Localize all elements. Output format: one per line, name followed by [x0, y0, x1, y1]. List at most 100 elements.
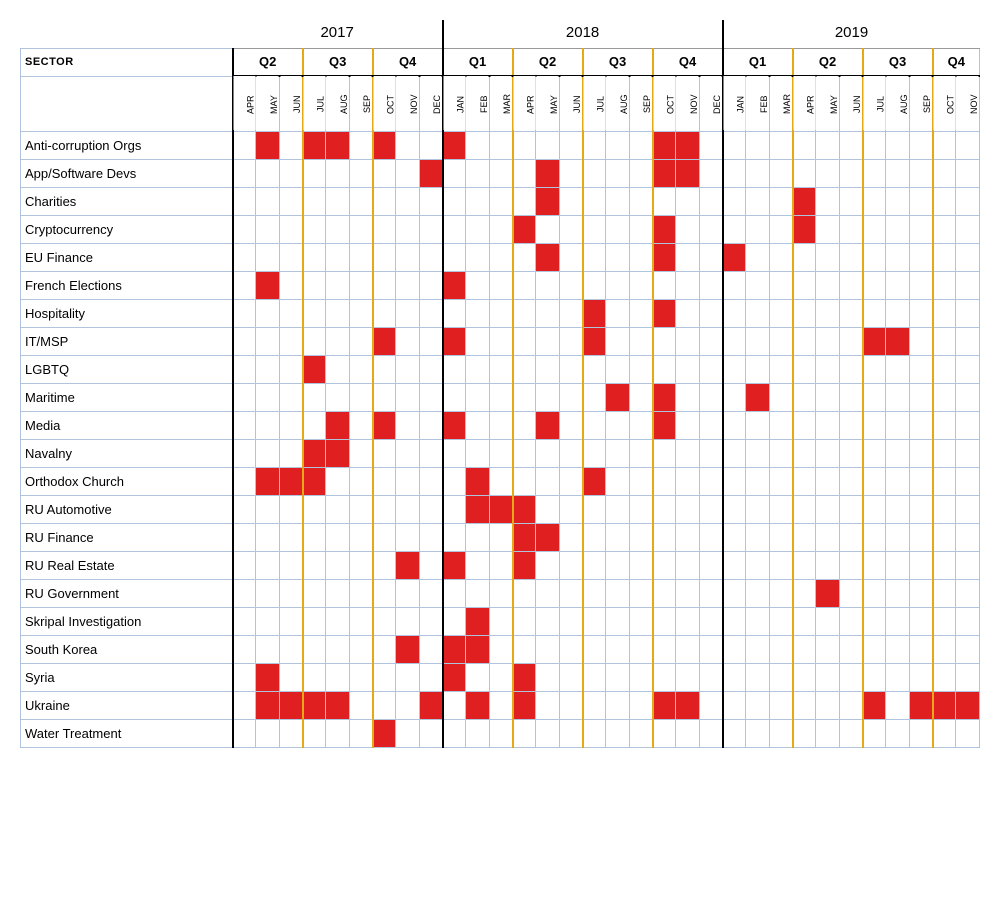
- month-cell: [629, 663, 652, 691]
- main-table: 2017 2018 2019 SECTOR Q2 Q3 Q4 Q1 Q2: [20, 20, 980, 748]
- month-cell: [303, 327, 326, 355]
- month-cell: [956, 663, 980, 691]
- month-cell: [909, 159, 932, 187]
- q2-2017: Q2: [233, 48, 303, 76]
- month-cell: [793, 159, 816, 187]
- month-cell: [933, 243, 956, 271]
- month-cell: [933, 215, 956, 243]
- month-cell: [419, 271, 442, 299]
- month-cell: [793, 495, 816, 523]
- month-cell: [606, 579, 629, 607]
- month-cell: [676, 691, 699, 719]
- month-cell: [419, 159, 442, 187]
- month-cell: [606, 271, 629, 299]
- month-cell: [769, 215, 792, 243]
- month-cell: [256, 467, 279, 495]
- month-cell: [886, 383, 909, 411]
- month-cell: [793, 131, 816, 159]
- month-cell: [326, 579, 349, 607]
- month-cell: [513, 523, 536, 551]
- month-cell: [606, 411, 629, 439]
- month-cell: [793, 719, 816, 747]
- month-cell: [396, 215, 419, 243]
- month-cell: [746, 439, 769, 467]
- corner-cell: [21, 20, 233, 48]
- month-cell: [956, 187, 980, 215]
- month-cell: [933, 551, 956, 579]
- month-cell: [746, 271, 769, 299]
- month-cell: [933, 635, 956, 663]
- month-cell: [583, 159, 606, 187]
- month-cell: [349, 299, 372, 327]
- month-apr-17: APR: [233, 76, 256, 131]
- month-cell: [233, 131, 256, 159]
- month-cell: [699, 495, 722, 523]
- month-cell: [326, 131, 349, 159]
- month-dec-18: DEC: [699, 76, 722, 131]
- month-cell: [559, 719, 582, 747]
- month-cell: [933, 719, 956, 747]
- month-cell: [793, 467, 816, 495]
- month-cell: [863, 691, 886, 719]
- month-cell: [653, 551, 676, 579]
- month-cell: [676, 607, 699, 635]
- month-cell: [653, 355, 676, 383]
- month-cell: [723, 663, 746, 691]
- month-cell: [629, 467, 652, 495]
- month-cell: [629, 299, 652, 327]
- month-cell: [699, 243, 722, 271]
- month-cell: [676, 131, 699, 159]
- month-cell: [699, 439, 722, 467]
- month-cell: [466, 299, 489, 327]
- month-cell: [489, 327, 512, 355]
- month-cell: [723, 355, 746, 383]
- month-cell: [816, 495, 839, 523]
- month-cell: [769, 299, 792, 327]
- month-cell: [279, 495, 302, 523]
- month-cell: [279, 579, 302, 607]
- month-cell: [909, 495, 932, 523]
- month-cell: [863, 495, 886, 523]
- month-cell: [419, 187, 442, 215]
- month-cell: [559, 607, 582, 635]
- month-cell: [513, 411, 536, 439]
- month-cell: [559, 299, 582, 327]
- month-cell: [513, 635, 536, 663]
- month-cell: [606, 159, 629, 187]
- month-cell: [933, 187, 956, 215]
- month-cell: [466, 635, 489, 663]
- month-cell: [583, 187, 606, 215]
- month-cell: [956, 299, 980, 327]
- month-cell: [489, 495, 512, 523]
- month-cell: [886, 159, 909, 187]
- month-cell: [676, 439, 699, 467]
- month-cell: [629, 243, 652, 271]
- month-cell: [746, 691, 769, 719]
- month-cell: [723, 439, 746, 467]
- month-cell: [793, 327, 816, 355]
- month-cell: [886, 439, 909, 467]
- month-cell: [699, 551, 722, 579]
- month-cell: [233, 439, 256, 467]
- month-cell: [933, 383, 956, 411]
- month-cell: [536, 495, 559, 523]
- month-apr-18: APR: [513, 76, 536, 131]
- month-cell: [583, 243, 606, 271]
- month-cell: [233, 467, 256, 495]
- month-oct-19: OCT: [933, 76, 956, 131]
- month-cell: [793, 383, 816, 411]
- month-cell: [653, 271, 676, 299]
- month-cell: [629, 159, 652, 187]
- month-cell: [769, 383, 792, 411]
- month-cell: [349, 467, 372, 495]
- month-cell: [419, 523, 442, 551]
- month-sep-18: SEP: [629, 76, 652, 131]
- sector-label: Skripal Investigation: [21, 607, 233, 635]
- month-cell: [326, 159, 349, 187]
- month-cell: [909, 187, 932, 215]
- month-cell: [816, 159, 839, 187]
- month-cell: [396, 131, 419, 159]
- month-cell: [933, 691, 956, 719]
- month-cell: [513, 551, 536, 579]
- month-cell: [349, 523, 372, 551]
